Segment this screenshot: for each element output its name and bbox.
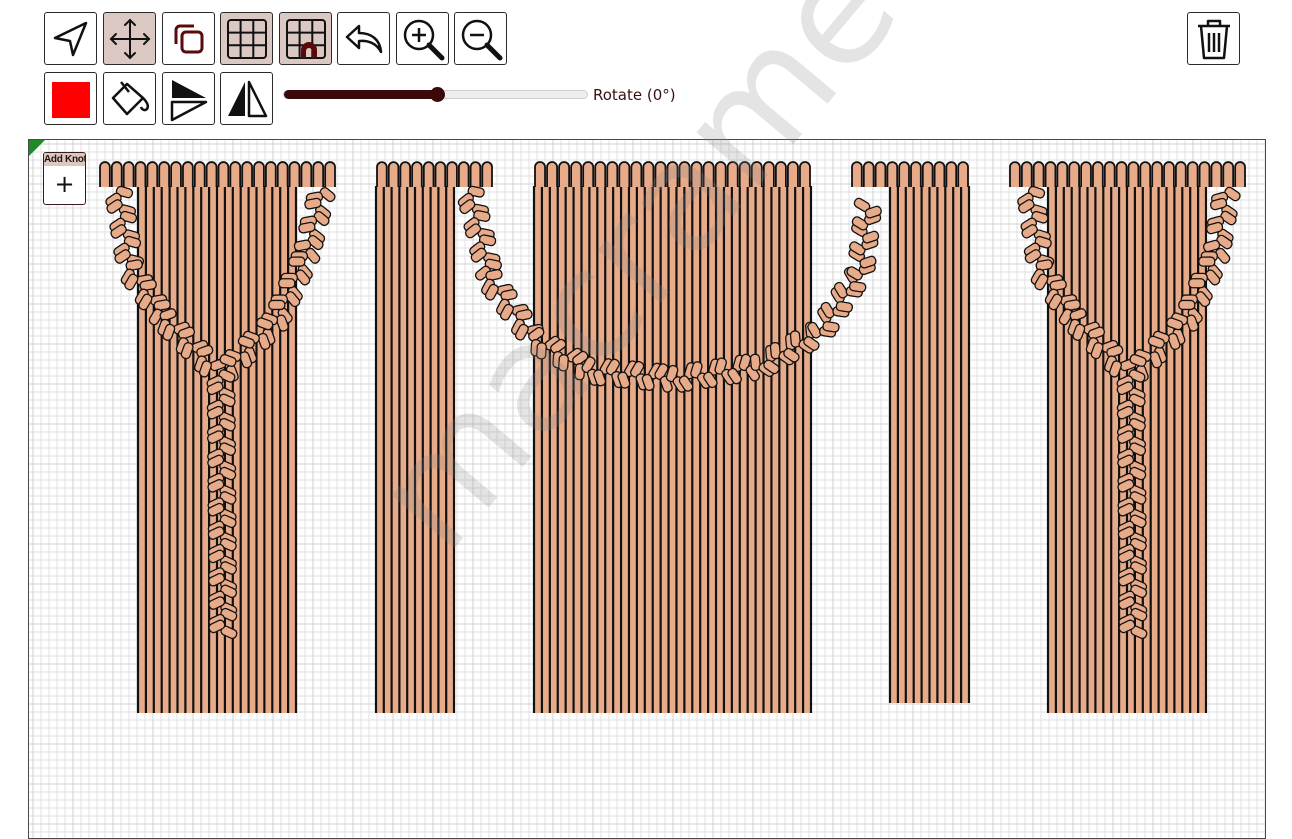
copy-icon	[174, 24, 203, 53]
add-knot-label: Add Knot	[44, 153, 86, 166]
grid-toggle-button[interactable]	[220, 12, 273, 65]
color-picker-button[interactable]	[44, 72, 97, 125]
design-canvas[interactable]	[28, 139, 1266, 839]
paint-bucket-icon	[111, 80, 149, 115]
zoom-out-icon	[461, 19, 502, 60]
add-knot-button[interactable]: Add Knot +	[43, 152, 86, 205]
duplicate-button[interactable]	[162, 12, 215, 65]
plus-icon: +	[54, 170, 75, 198]
rotate-slider-fill	[284, 90, 437, 99]
move-arrows-icon	[109, 18, 150, 59]
cord-panel	[532, 161, 813, 713]
flip-horizontal-button[interactable]	[220, 72, 273, 125]
undo-arrow-icon	[345, 24, 382, 53]
paint-bucket-button[interactable]	[103, 72, 156, 125]
undo-button[interactable]	[337, 12, 390, 65]
rotate-slider[interactable]	[283, 87, 588, 102]
trash-icon	[1197, 19, 1230, 59]
move-tool-button[interactable]	[103, 12, 156, 65]
grid-magnet-icon	[285, 18, 326, 59]
macrame-pattern	[29, 140, 1265, 838]
flip-vertical-button[interactable]	[162, 72, 215, 125]
grid-snap-button[interactable]	[279, 12, 332, 65]
flip-horizontal-icon	[227, 80, 267, 117]
delete-button[interactable]	[1187, 12, 1240, 65]
rotate-slider-thumb[interactable]	[429, 87, 445, 102]
rotate-label: Rotate (0°)	[593, 86, 676, 104]
color-swatch-icon	[51, 81, 90, 118]
zoom-in-icon	[403, 19, 444, 60]
cursor-arrow-icon	[53, 21, 87, 56]
flip-vertical-icon	[170, 79, 207, 121]
select-tool-button[interactable]	[44, 12, 97, 65]
zoom-out-button[interactable]	[454, 12, 507, 65]
grid-icon	[226, 18, 267, 59]
zoom-in-button[interactable]	[396, 12, 449, 65]
